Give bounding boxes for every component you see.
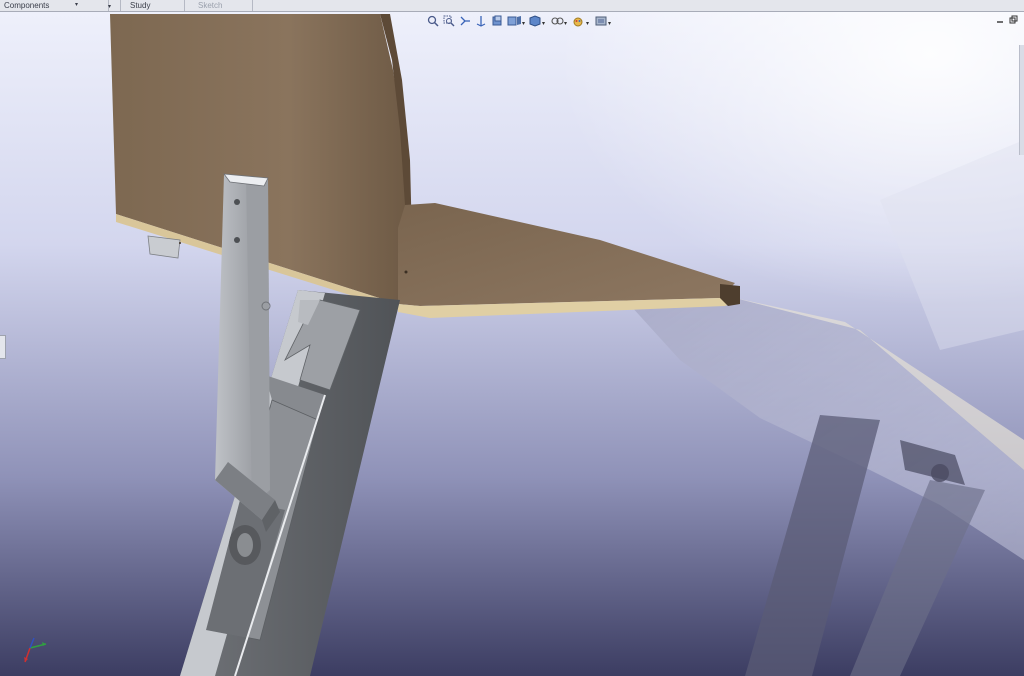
zoom-to-area-icon[interactable] [442, 14, 456, 28]
viewport-window-controls [996, 15, 1018, 24]
zoom-to-fit-icon[interactable] [426, 14, 440, 28]
heads-up-view-toolbar: ▾ ▾ ▾ ▾ ▾ [426, 14, 614, 28]
view-orientation-icon[interactable] [490, 14, 504, 28]
display-style-shaded-icon[interactable]: ▾ [528, 14, 548, 28]
svg-text:▾: ▾ [586, 21, 589, 27]
feature-manager-collapse-handle[interactable] [0, 335, 6, 359]
display-style-icon[interactable]: ▾ [506, 14, 526, 28]
apply-scene-icon[interactable]: ▾ [594, 14, 614, 28]
svg-text:▾: ▾ [608, 21, 611, 27]
tab-sketch-label: Sketch [198, 1, 223, 10]
svg-text:▾: ▾ [564, 21, 567, 27]
chevron-down-icon[interactable]: ▾ [108, 4, 111, 10]
tab-study-label: Study [130, 1, 151, 10]
svg-text:▾: ▾ [522, 21, 525, 27]
tab-components-label: Components [4, 1, 50, 10]
chair-model-render [0, 12, 1024, 676]
graphics-area[interactable] [0, 12, 1024, 676]
previous-view-icon[interactable] [458, 14, 472, 28]
restore-icon[interactable] [1009, 15, 1018, 24]
tab-study[interactable]: Study [126, 0, 185, 11]
reference-triad-icon [24, 637, 47, 663]
tab-components[interactable]: Components ▾ [0, 0, 109, 11]
section-view-icon[interactable] [474, 14, 488, 28]
command-manager-tabs: Components ▾ ▾ Study Sketch [0, 0, 1024, 12]
minimize-icon[interactable] [996, 15, 1005, 24]
chevron-down-icon[interactable]: ▾ [75, 0, 78, 11]
task-pane-edge[interactable] [1019, 45, 1024, 155]
edit-appearance-icon[interactable]: ▾ [572, 14, 592, 28]
svg-text:▾: ▾ [542, 21, 545, 27]
tab-sketch[interactable]: Sketch [194, 0, 253, 11]
hide-show-items-icon[interactable]: ▾ [550, 14, 570, 28]
tab-dropdown[interactable]: ▾ [100, 0, 121, 11]
